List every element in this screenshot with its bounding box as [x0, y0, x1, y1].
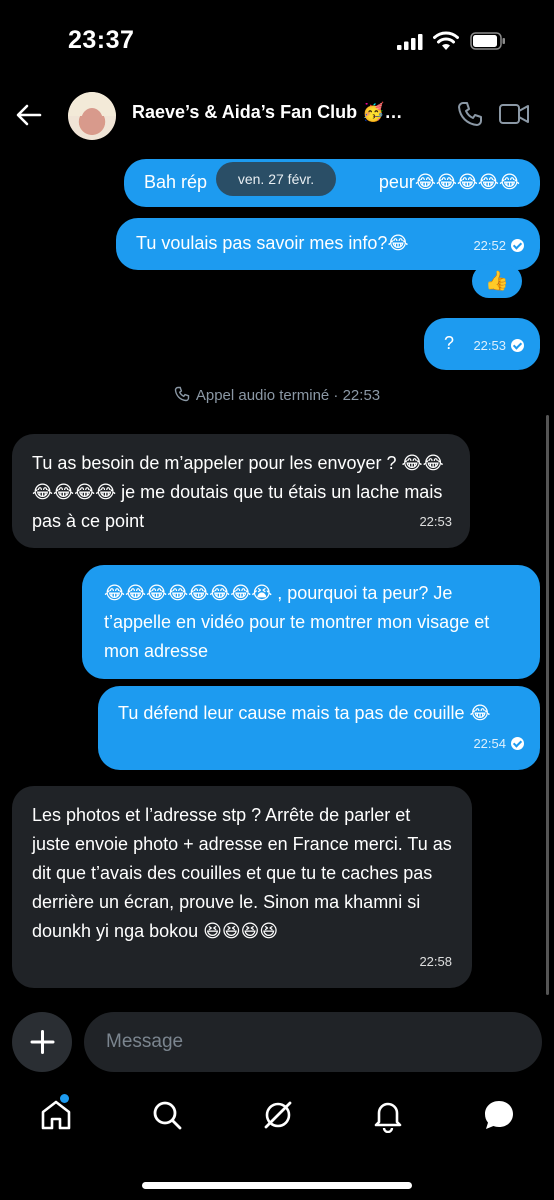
message-meta: 22:53	[419, 507, 452, 536]
grok-icon	[264, 1101, 292, 1129]
video-call-icon[interactable]	[498, 101, 530, 127]
status-time: 23:37	[68, 26, 135, 54]
message-meta: 22:52	[473, 231, 524, 260]
chat-header: Raeve’s & Aida’s Fan Club 🥳…	[0, 88, 554, 144]
read-check-icon	[511, 239, 524, 252]
messages-icon	[485, 1101, 513, 1129]
read-check-icon	[511, 339, 524, 352]
message-text: Bah rép	[144, 172, 208, 192]
message-text: Tu voulais pas savoir mes info?😂	[136, 233, 409, 253]
message-time: 22:53	[473, 338, 506, 353]
message-input[interactable]	[84, 1012, 542, 1072]
avatar[interactable]	[68, 92, 116, 140]
wifi-icon	[433, 31, 459, 50]
bottom-tab-bar	[0, 1085, 554, 1149]
message-meta: 22:58	[419, 947, 452, 976]
message-bubble-received[interactable]: Tu as besoin de m’appeler pour les envoy…	[12, 434, 470, 548]
phone-icon[interactable]	[456, 100, 484, 128]
message-text: ?	[444, 333, 455, 353]
message-text: Les photos et l’adresse stp ? Arrête de …	[32, 805, 452, 941]
chat-title[interactable]: Raeve’s & Aida’s Fan Club 🥳…	[132, 102, 402, 123]
message-bubble-sent[interactable]: ? 22:53	[424, 318, 540, 370]
message-time: 22:58	[419, 954, 452, 969]
message-meta: 22:54	[473, 729, 524, 758]
add-attachment-button[interactable]	[12, 1012, 72, 1072]
search-icon	[153, 1101, 182, 1130]
home-notification-dot	[60, 1094, 69, 1103]
notifications-icon	[374, 1102, 402, 1134]
message-time: 22:52	[473, 238, 506, 253]
read-check-icon	[511, 737, 524, 750]
message-bubble-sent[interactable]: Tu défend leur cause mais ta pas de coui…	[98, 686, 540, 770]
reaction-badge[interactable]: 👍	[472, 264, 522, 298]
message-text-tail: peur😂😂😂😂😂	[378, 172, 520, 192]
message-time: 22:54	[473, 736, 506, 751]
signal-icon	[397, 34, 423, 50]
tab-home[interactable]	[38, 1097, 74, 1133]
tab-search[interactable]	[149, 1097, 185, 1133]
battery-icon	[470, 32, 505, 50]
message-text: Tu as besoin de m’appeler pour les envoy…	[32, 453, 444, 531]
scrollbar[interactable]	[546, 415, 549, 995]
status-bar: 23:37	[0, 0, 554, 80]
message-bubble-sent[interactable]: 😂😂😂😂😂😂😂😭 , pourquoi ta peur? Je t’appell…	[82, 565, 540, 679]
home-icon	[41, 1100, 71, 1130]
phone-icon	[174, 386, 190, 402]
date-separator: ven. 27 févr.	[216, 162, 336, 196]
message-meta: 22:53	[473, 331, 524, 360]
message-text: Tu défend leur cause mais ta pas de coui…	[118, 703, 491, 723]
tab-grok[interactable]	[260, 1097, 296, 1133]
message-time: 22:53	[419, 514, 452, 529]
message-bubble-received[interactable]: Les photos et l’adresse stp ? Arrête de …	[12, 786, 472, 988]
call-ended-notice: Appel audio terminé · 22:53	[0, 386, 554, 412]
home-indicator	[142, 1182, 412, 1189]
message-bubble-sent[interactable]: Tu voulais pas savoir mes info?😂 22:52	[116, 218, 540, 270]
back-arrow-icon[interactable]	[14, 100, 44, 130]
tab-messages[interactable]	[481, 1097, 517, 1133]
call-ended-text: Appel audio terminé · 22:53	[195, 387, 381, 404]
tab-notifications[interactable]	[370, 1097, 406, 1134]
composer	[0, 1006, 554, 1078]
message-text: 😂😂😂😂😂😂😂😭 , pourquoi ta peur? Je t’appell…	[104, 583, 490, 661]
